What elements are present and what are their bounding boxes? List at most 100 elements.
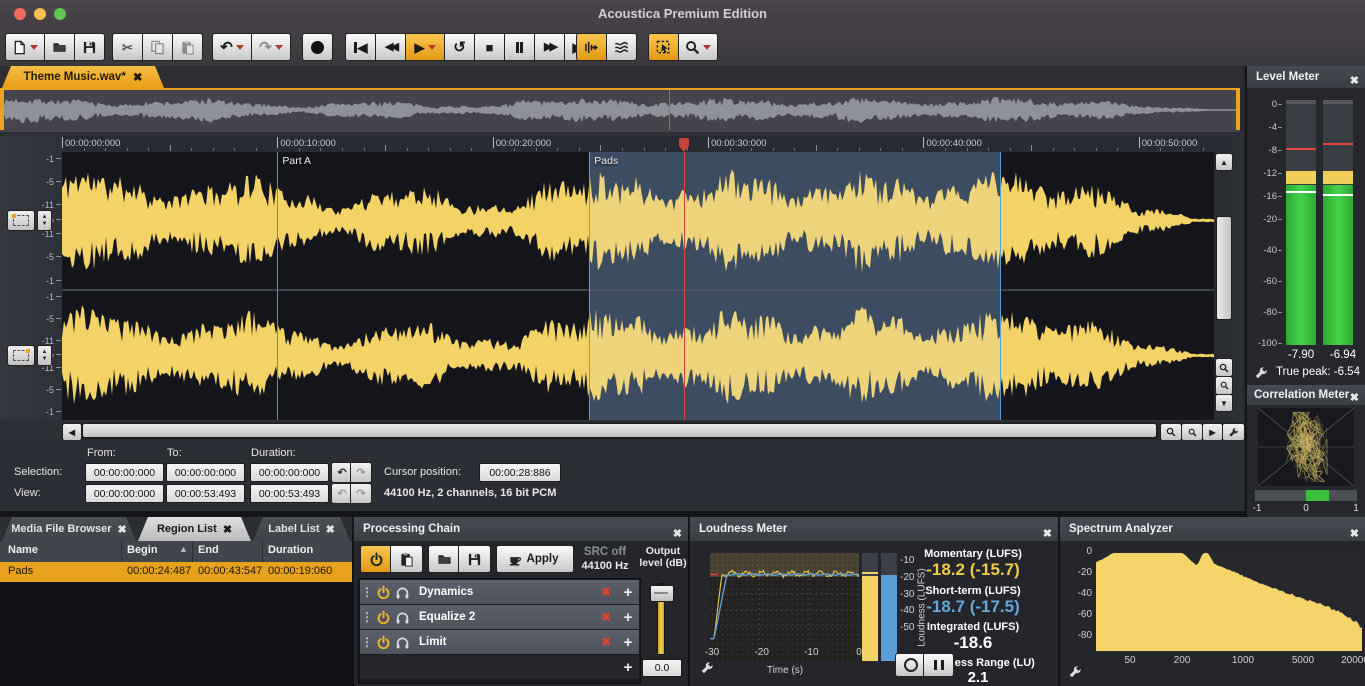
- output-fader-thumb[interactable]: [650, 585, 674, 602]
- vertical-scrollbar[interactable]: ▲ ▼: [1214, 136, 1232, 420]
- close-panel-icon[interactable]: ✖: [1350, 70, 1359, 92]
- mix-view-button[interactable]: [606, 33, 637, 61]
- selection-from-field[interactable]: 00:00:00:000: [85, 463, 164, 482]
- vertical-scroll-thumb[interactable]: [1216, 216, 1232, 320]
- chain-clipboard-button[interactable]: [390, 545, 423, 573]
- scroll-up-button[interactable]: ▲: [1215, 153, 1233, 171]
- undo-button[interactable]: ↶: [212, 33, 252, 61]
- channel2-zoom-spinner[interactable]: ▲▼: [37, 345, 52, 366]
- vertical-zoom-in-button[interactable]: [1215, 358, 1233, 377]
- region-start-line[interactable]: [589, 152, 590, 420]
- redo-button[interactable]: ↷: [251, 33, 291, 61]
- marker-line[interactable]: [277, 152, 278, 420]
- paste-button[interactable]: [172, 33, 203, 61]
- effect-headphones-icon[interactable]: [395, 610, 410, 625]
- chain-power-button[interactable]: [360, 545, 393, 573]
- channel1-select-button[interactable]: [7, 210, 35, 231]
- tab-media-file-browser[interactable]: Media File Browser✖: [2, 517, 136, 541]
- play-button[interactable]: ▶: [405, 33, 445, 61]
- chain-open-button[interactable]: [428, 545, 461, 573]
- view-from-field[interactable]: 00:00:00:000: [85, 484, 164, 503]
- close-panel-icon[interactable]: ✖: [1350, 522, 1359, 546]
- effect-power-icon[interactable]: [376, 585, 391, 600]
- scrollbar-settings-button[interactable]: [1222, 423, 1245, 441]
- view-redo-button[interactable]: ↷: [350, 483, 372, 504]
- loudness-settings-wrench-icon[interactable]: [700, 661, 714, 675]
- effect-power-icon[interactable]: [376, 635, 391, 650]
- tab-label-list[interactable]: Label List✖: [253, 517, 350, 541]
- column-end[interactable]: End: [198, 544, 219, 556]
- cursor-position-field[interactable]: 00:00:28:886: [479, 463, 561, 482]
- fast-forward-button[interactable]: ▶▶: [534, 33, 565, 61]
- copy-button[interactable]: [142, 33, 173, 61]
- selection-tool-button[interactable]: [648, 33, 679, 61]
- loudness-record-button[interactable]: [895, 653, 926, 677]
- overview-view-handle-right[interactable]: [1236, 90, 1240, 130]
- go-to-start-button[interactable]: ◀: [345, 33, 376, 61]
- record-button[interactable]: [302, 33, 333, 61]
- remove-effect-icon[interactable]: ✖: [595, 610, 617, 624]
- region-list-header[interactable]: Name Begin ▲ End Duration: [0, 541, 352, 562]
- pause-button[interactable]: [504, 33, 535, 61]
- channel1-zoom-spinner[interactable]: ▲▼: [37, 210, 52, 231]
- selection-redo-button[interactable]: ↷: [350, 462, 372, 483]
- rewind-button[interactable]: ◀◀: [375, 33, 406, 61]
- add-effect-icon[interactable]: +: [617, 609, 639, 626]
- horizontal-scroll-thumb[interactable]: [82, 423, 1157, 438]
- view-duration-field[interactable]: 00:00:53:493: [250, 484, 329, 503]
- close-panel-icon[interactable]: ✖: [673, 522, 682, 546]
- effect-headphones-icon[interactable]: [395, 585, 410, 600]
- scroll-down-button[interactable]: ▼: [1215, 394, 1233, 412]
- scrub-tool-button[interactable]: [576, 33, 607, 61]
- document-tab[interactable]: Theme Music.wav* ✖: [2, 66, 164, 88]
- add-effect-icon[interactable]: +: [617, 634, 639, 651]
- close-tab-icon[interactable]: ✖: [326, 523, 335, 536]
- close-tab-icon[interactable]: ✖: [133, 70, 143, 84]
- scroll-left-button[interactable]: ◀: [62, 423, 82, 441]
- overview-waveform[interactable]: [0, 88, 1240, 136]
- spectrum-settings-wrench-icon[interactable]: [1068, 665, 1082, 679]
- apply-button[interactable]: Apply: [496, 545, 574, 573]
- drag-handle-icon[interactable]: ⋮: [360, 635, 374, 649]
- output-level-value[interactable]: 0.0: [642, 659, 682, 677]
- level-meter-settings-wrench-icon[interactable]: [1254, 366, 1268, 380]
- close-tab-icon[interactable]: ✖: [118, 523, 127, 536]
- view-to-field[interactable]: 00:00:53:493: [166, 484, 245, 503]
- tab-region-list[interactable]: Region List✖: [138, 517, 251, 541]
- zoom-tool-button[interactable]: [678, 33, 718, 61]
- stop-button[interactable]: ■: [474, 33, 505, 61]
- scroll-right-button[interactable]: ▶: [1202, 423, 1223, 441]
- add-effect-icon[interactable]: +: [617, 584, 639, 601]
- zoom-in-time-button[interactable]: [1160, 423, 1182, 441]
- channel2-select-button[interactable]: [7, 345, 35, 366]
- drag-handle-icon[interactable]: ⋮: [360, 610, 374, 624]
- selection-to-field[interactable]: 00:00:00:000: [166, 463, 245, 482]
- drag-handle-icon[interactable]: ⋮: [360, 585, 374, 599]
- loudness-pause-button[interactable]: [923, 653, 954, 677]
- effect-row[interactable]: ⋮Limit✖+: [360, 630, 639, 654]
- playhead-pin[interactable]: [679, 138, 689, 152]
- open-file-button[interactable]: [44, 33, 75, 61]
- region-end-line[interactable]: [1000, 152, 1001, 420]
- chain-save-button[interactable]: [458, 545, 491, 573]
- selection-duration-field[interactable]: 00:00:00:000: [250, 463, 329, 482]
- add-effect-icon[interactable]: +: [617, 659, 639, 676]
- column-name[interactable]: Name: [8, 544, 38, 556]
- vertical-zoom-out-button[interactable]: [1215, 376, 1233, 395]
- effect-row[interactable]: ⋮Dynamics✖+: [360, 580, 639, 604]
- close-panel-icon[interactable]: ✖: [1043, 522, 1052, 546]
- new-file-button[interactable]: [5, 33, 45, 61]
- timeline-ruler[interactable]: 00:00:00:00000:00:10:00000:00:20:00000:0…: [62, 136, 1214, 152]
- horizontal-scroll-track[interactable]: [82, 423, 1158, 439]
- close-tab-icon[interactable]: ✖: [223, 523, 232, 536]
- horizontal-scrollbar[interactable]: ◀ ▶: [62, 422, 1243, 440]
- zoom-out-time-button[interactable]: [1181, 423, 1203, 441]
- remove-effect-icon[interactable]: ✖: [595, 585, 617, 599]
- effect-row[interactable]: ⋮Equalize 2✖+: [360, 605, 639, 629]
- column-duration[interactable]: Duration: [268, 544, 313, 556]
- effect-headphones-icon[interactable]: [395, 635, 410, 650]
- remove-effect-icon[interactable]: ✖: [595, 635, 617, 649]
- loop-playback-button[interactable]: ↺: [444, 33, 475, 61]
- cut-button[interactable]: ✂: [112, 33, 143, 61]
- region-row-pads[interactable]: Pads 00:00:24:487 00:00:43:547 00:00:19:…: [0, 562, 352, 582]
